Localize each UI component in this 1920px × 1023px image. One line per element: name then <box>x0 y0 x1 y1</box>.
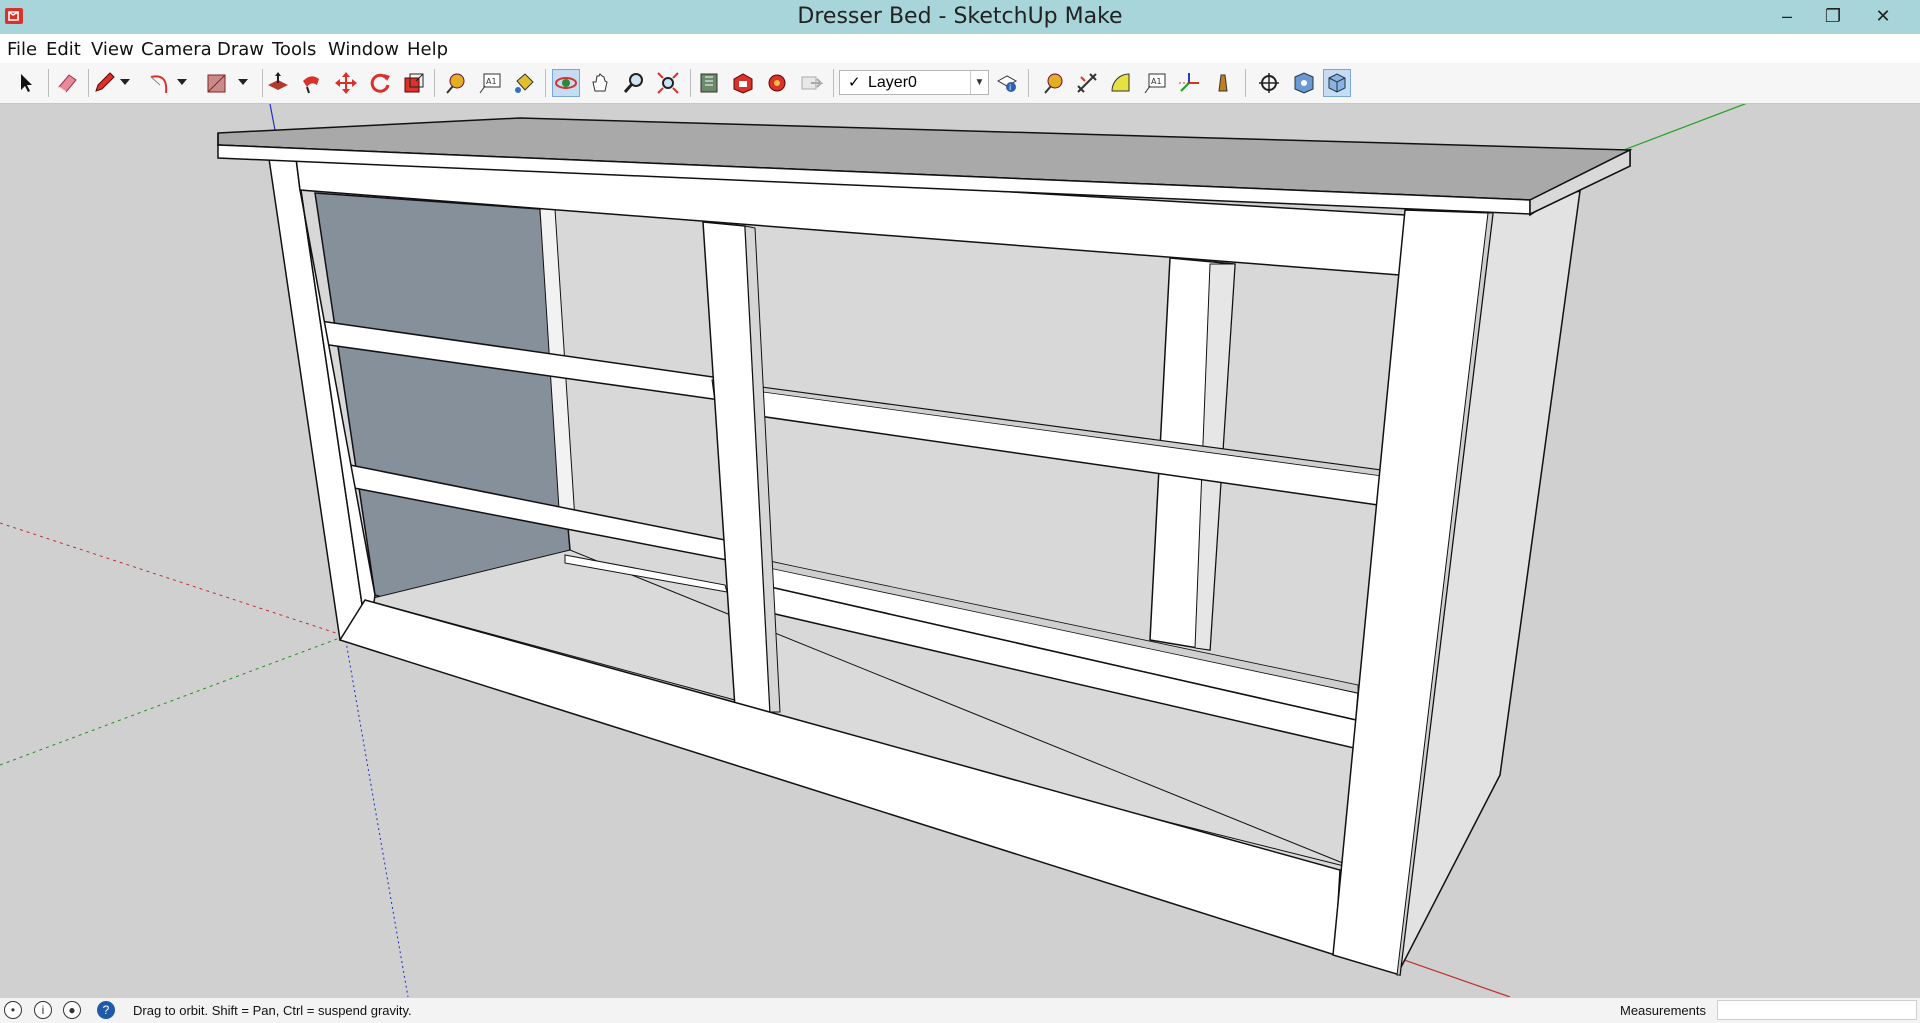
follow-me-tool-icon[interactable] <box>297 69 325 97</box>
layer-select[interactable]: ✓ Layer0 ▼ <box>839 70 989 95</box>
menu-edit[interactable]: Edit <box>46 39 81 60</box>
text-tool-icon[interactable]: A1 <box>476 69 504 97</box>
shape-dropdown-icon[interactable] <box>236 69 250 97</box>
line-dropdown-icon[interactable] <box>118 69 132 97</box>
layer-manager-icon[interactable]: i <box>993 69 1021 97</box>
walk-icon[interactable] <box>1323 69 1351 97</box>
position-camera-icon[interactable] <box>1255 69 1283 97</box>
svg-text:A1: A1 <box>486 77 497 86</box>
arc-dropdown-icon[interactable] <box>175 69 189 97</box>
tape-measure-icon[interactable] <box>1039 69 1067 97</box>
restore-button[interactable]: ❐ <box>1810 0 1856 32</box>
move-tool-icon[interactable] <box>332 69 360 97</box>
push-pull-tool-icon[interactable] <box>264 69 292 97</box>
rectangle-tool-icon[interactable] <box>203 69 231 97</box>
pan-tool-icon[interactable] <box>586 69 614 97</box>
minimize-button[interactable]: – <box>1764 0 1810 32</box>
zoom-tool-icon[interactable] <box>620 69 648 97</box>
menu-view[interactable]: View <box>91 39 134 60</box>
layer-name: Layer0 <box>868 74 917 91</box>
arc-tool-icon[interactable] <box>146 69 174 97</box>
extension-warehouse-icon[interactable] <box>763 69 791 97</box>
credits-icon[interactable]: i <box>34 1001 52 1019</box>
text-label-icon[interactable]: A1 <box>1141 69 1169 97</box>
dimension-icon[interactable] <box>1073 69 1101 97</box>
svg-text:i: i <box>1009 83 1011 92</box>
orbit-tool-icon[interactable] <box>552 69 580 97</box>
rotate-tool-icon[interactable] <box>366 69 394 97</box>
geolocation-icon[interactable]: • <box>4 1001 22 1019</box>
toolbar: A1 ✓ Layer0 ▼ i A1 <box>0 63 1920 104</box>
instructor-help-icon[interactable]: ? <box>97 1001 115 1019</box>
menu-file[interactable]: File <box>7 39 37 60</box>
protractor-icon[interactable] <box>1107 69 1135 97</box>
svg-text:A1: A1 <box>1151 77 1162 86</box>
title-bar: Dresser Bed - SketchUp Make – ❐ ✕ <box>0 0 1920 34</box>
scale-tool-icon[interactable] <box>400 69 428 97</box>
eraser-tool-icon[interactable] <box>53 69 81 97</box>
select-tool-icon[interactable] <box>12 69 40 97</box>
measurements-label: Measurements <box>1620 1003 1706 1018</box>
status-bar: • i ● ? Drag to orbit. Shift = Pan, Ctrl… <box>0 997 1920 1023</box>
menu-help[interactable]: Help <box>407 39 448 60</box>
user-icon[interactable]: ● <box>63 1001 81 1019</box>
section-plane-icon[interactable] <box>1209 69 1237 97</box>
status-hint: Drag to orbit. Shift = Pan, Ctrl = suspe… <box>133 1003 412 1018</box>
menu-draw[interactable]: Draw <box>217 39 264 60</box>
share-model-icon[interactable] <box>729 69 757 97</box>
warehouse-icon[interactable] <box>695 69 723 97</box>
window-title: Dresser Bed - SketchUp Make <box>797 4 1123 29</box>
zoom-extents-tool-icon[interactable] <box>654 69 682 97</box>
measurements-input[interactable] <box>1717 1000 1917 1020</box>
axes-tool-icon[interactable] <box>1175 69 1203 97</box>
look-around-icon[interactable] <box>1290 69 1318 97</box>
send-to-layout-icon[interactable] <box>797 69 825 97</box>
dresser-bed-model <box>0 104 1747 997</box>
chevron-down-icon[interactable]: ▼ <box>970 71 988 94</box>
menu-window[interactable]: Window <box>328 39 399 60</box>
close-button[interactable]: ✕ <box>1860 0 1906 32</box>
menu-camera[interactable]: Camera <box>141 39 212 60</box>
pencil-line-tool-icon[interactable] <box>90 69 118 97</box>
tape-measure-tool-icon[interactable] <box>441 69 469 97</box>
menu-tools[interactable]: Tools <box>272 39 316 60</box>
paint-bucket-tool-icon[interactable] <box>510 69 538 97</box>
menu-bar: File Edit View Camera Draw Tools Window … <box>0 34 1920 63</box>
model-viewport[interactable] <box>0 104 1920 997</box>
layer-check-icon: ✓ <box>848 74 861 91</box>
